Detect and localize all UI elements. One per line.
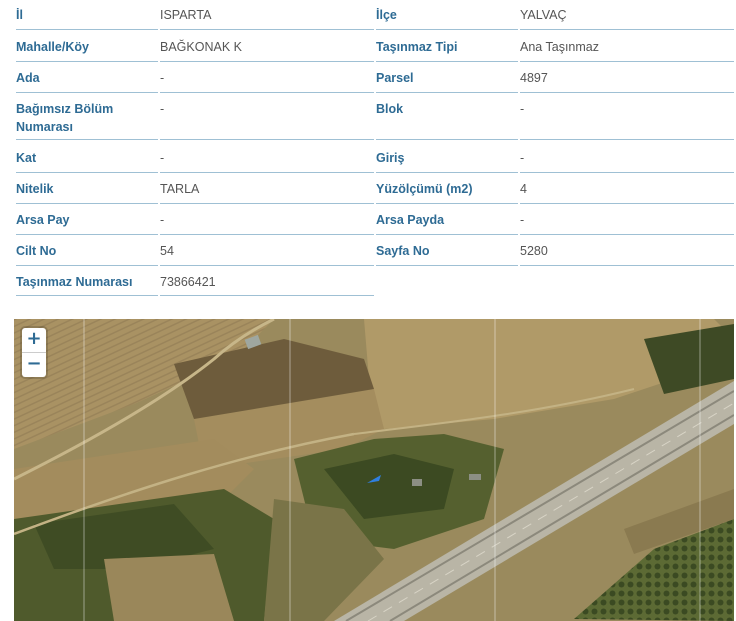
ilce-label: İlçe [376, 0, 518, 30]
mahalle-value: BAĞKONAK K [160, 32, 374, 62]
kat-label: Kat [16, 143, 158, 173]
parsel-value: 4897 [520, 63, 734, 93]
arsa-pay-value: - [160, 205, 374, 235]
giris-value: - [520, 143, 734, 173]
yuzolcumu-value: 4 [520, 174, 734, 204]
sayfa-no-label: Sayfa No [376, 236, 518, 266]
bagimsiz-bolum-label: Bağımsız Bölüm Numarası [16, 94, 158, 140]
nitelik-label: Nitelik [16, 174, 158, 204]
info-row-kat: Kat - Giriş - [0, 143, 736, 173]
satellite-map[interactable]: + − [14, 319, 734, 621]
blok-label: Blok [376, 94, 518, 140]
arsa-pay-label: Arsa Pay [16, 205, 158, 235]
zoom-out-button[interactable]: − [22, 352, 46, 377]
tasinmaz-tipi-label: Taşınmaz Tipi [376, 32, 518, 62]
cilt-no-label: Cilt No [16, 236, 158, 266]
mahalle-label: Mahalle/Köy [16, 32, 158, 62]
sayfa-no-value: 5280 [520, 236, 734, 266]
ada-value: - [160, 63, 374, 93]
info-row-il: İl ISPARTA İlçe YALVAÇ [0, 0, 736, 30]
zoom-control: + − [22, 328, 46, 377]
bagimsiz-bolum-value: - [160, 94, 374, 140]
nitelik-value: TARLA [160, 174, 374, 204]
info-row-arsa-pay: Arsa Pay - Arsa Payda - [0, 205, 736, 235]
giris-label: Giriş [376, 143, 518, 173]
ada-label: Ada [16, 63, 158, 93]
tasinmaz-numarasi-value: 73866421 [160, 267, 374, 296]
blok-value: - [520, 94, 734, 140]
info-row-ada: Ada - Parsel 4897 [0, 63, 736, 93]
info-row-mahalle: Mahalle/Köy BAĞKONAK K Taşınmaz Tipi Ana… [0, 32, 736, 62]
parcel-marker-icon[interactable] [365, 469, 385, 489]
arsa-payda-value: - [520, 205, 734, 235]
info-row-bagimsiz-bolum: Bağımsız Bölüm Numarası - Blok - [0, 94, 736, 140]
kat-value: - [160, 143, 374, 173]
zoom-in-button[interactable]: + [22, 328, 46, 352]
parsel-label: Parsel [376, 63, 518, 93]
info-row-nitelik: Nitelik TARLA Yüzölçümü (m2) 4 [0, 174, 736, 204]
info-row-tasinmaz-numarasi: Taşınmaz Numarası 73866421 [0, 267, 736, 296]
tasinmaz-numarasi-label: Taşınmaz Numarası [16, 267, 158, 296]
cilt-no-value: 54 [160, 236, 374, 266]
il-value: ISPARTA [160, 0, 374, 30]
il-label: İl [16, 0, 158, 30]
arsa-payda-label: Arsa Payda [376, 205, 518, 235]
ilce-value: YALVAÇ [520, 0, 734, 30]
info-row-cilt: Cilt No 54 Sayfa No 5280 [0, 236, 736, 266]
tasinmaz-tipi-value: Ana Taşınmaz [520, 32, 734, 62]
yuzolcumu-label: Yüzölçümü (m2) [376, 174, 518, 204]
